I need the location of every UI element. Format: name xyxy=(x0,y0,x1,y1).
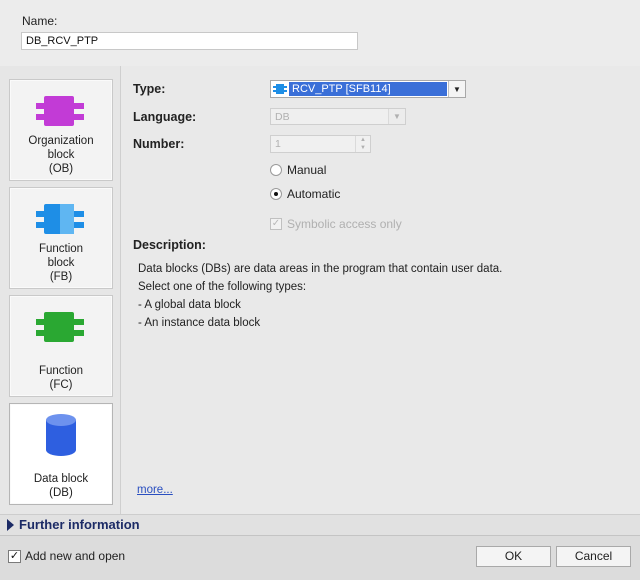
data-block-cylinder-icon xyxy=(46,414,76,456)
name-input[interactable]: DB_RCV_PTP xyxy=(21,32,358,50)
block-type-function[interactable]: Function (FC) xyxy=(9,295,113,397)
automatic-radio[interactable] xyxy=(270,188,282,200)
fb-type-icon xyxy=(273,84,287,94)
function-block-icon xyxy=(36,204,84,234)
organization-block-icon xyxy=(36,96,84,126)
block-type-data-block[interactable]: Data block (DB) xyxy=(9,403,113,505)
number-stepper[interactable]: 1 ▲ ▼ xyxy=(270,135,371,153)
type-dropdown[interactable]: RCV_PTP [SFB114] ▼ xyxy=(270,80,466,98)
function-icon xyxy=(36,312,84,342)
description-label: Description: xyxy=(133,238,206,252)
organization-block-label: Organization block (OB) xyxy=(28,135,94,175)
symbolic-access-checkbox[interactable]: ✓ xyxy=(270,218,282,230)
symbolic-access-label: Symbolic access only xyxy=(287,217,402,231)
type-label: Type: xyxy=(133,82,166,96)
language-label: Language: xyxy=(133,110,197,124)
block-type-function-block[interactable]: Function block (FB) xyxy=(9,187,113,289)
dialog-footer: ✓ Add new and open OK Cancel xyxy=(0,535,640,580)
function-label: Function (FC) xyxy=(38,365,84,391)
type-selected-value: RCV_PTP [SFB114] xyxy=(289,82,447,96)
automatic-radio-label: Automatic xyxy=(287,187,341,201)
add-new-and-open-checkbox[interactable]: ✓ xyxy=(8,550,21,563)
name-label: Name: xyxy=(22,14,58,28)
chevron-down-icon: ▼ xyxy=(388,109,405,124)
further-information-header[interactable]: Further information xyxy=(0,514,640,535)
description-text: Data blocks (DBs) are data areas in the … xyxy=(138,263,503,329)
language-dropdown[interactable]: DB ▼ xyxy=(270,108,406,125)
function-block-label: Function block (FB) xyxy=(38,243,84,283)
language-value: DB xyxy=(275,111,290,123)
block-type-sidebar: Organization block (OB) Function block (… xyxy=(0,66,121,514)
more-link[interactable]: more... xyxy=(137,484,173,496)
data-block-label: Data block (DB) xyxy=(33,473,89,499)
number-value: 1 xyxy=(275,138,281,150)
expand-triangle-icon xyxy=(7,519,14,531)
ok-button[interactable]: OK xyxy=(476,546,551,567)
number-label: Number: xyxy=(133,137,185,151)
manual-radio[interactable] xyxy=(270,164,282,176)
cancel-button[interactable]: Cancel xyxy=(556,546,631,567)
chevron-down-icon[interactable]: ▼ xyxy=(448,81,465,97)
manual-radio-label: Manual xyxy=(287,163,327,177)
spinner-arrows-icon: ▲ ▼ xyxy=(355,136,370,152)
block-type-organization-block[interactable]: Organization block (OB) xyxy=(9,79,113,181)
block-properties-panel: Type: RCV_PTP [SFB114] ▼ Language: DB ▼ … xyxy=(121,66,640,514)
add-new-and-open-label: Add new and open xyxy=(25,549,126,563)
name-section: Name: DB_RCV_PTP xyxy=(0,0,640,66)
further-information-label: Further information xyxy=(19,517,140,532)
